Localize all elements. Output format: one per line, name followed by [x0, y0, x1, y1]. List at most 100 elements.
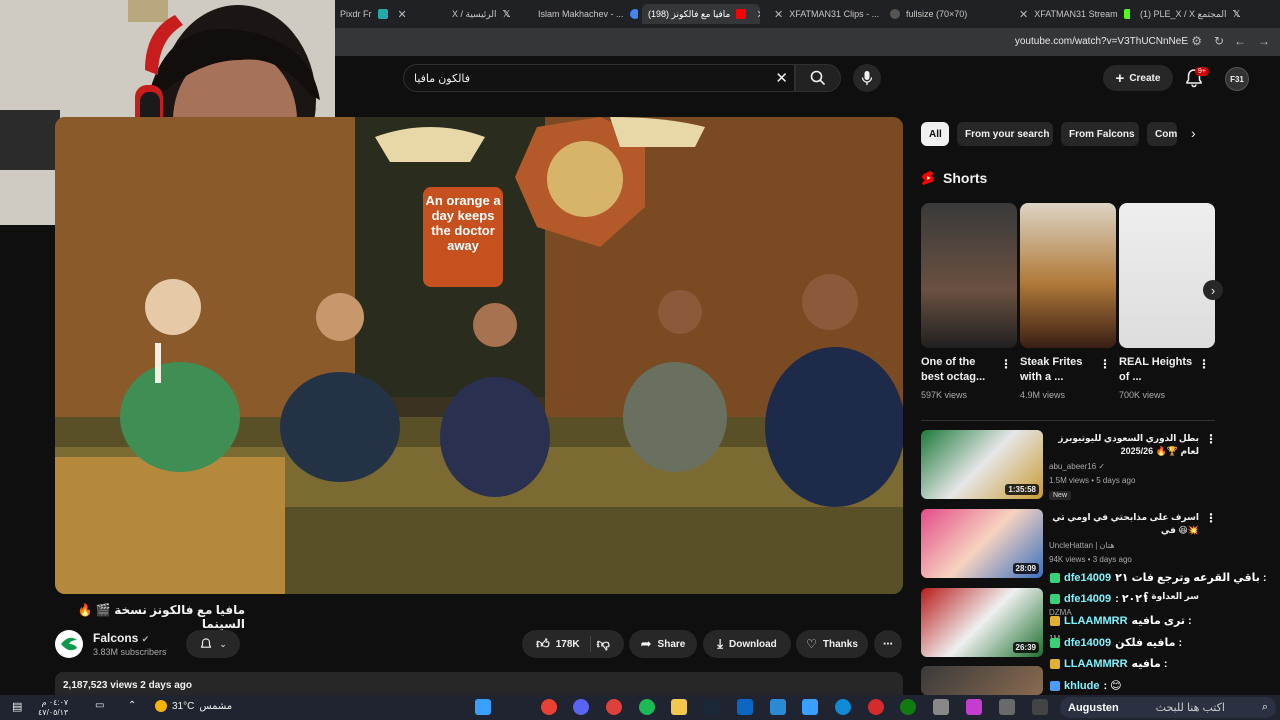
- back-icon[interactable]: ←: [1234, 34, 1246, 48]
- notifications-icon[interactable]: ▤: [12, 700, 22, 713]
- related-thumbnail[interactable]: 1:35:58: [921, 430, 1043, 499]
- more-actions-button[interactable]: ⋯: [874, 630, 902, 658]
- app-icon[interactable]: [475, 699, 491, 715]
- task-view-icon[interactable]: [1032, 699, 1048, 715]
- xbox-icon[interactable]: [900, 699, 916, 715]
- taskbar-clock[interactable]: ٠٤:٠٧ م ٤٧/٠٥/١٣: [38, 698, 68, 718]
- tab-pixdr[interactable]: Pixdr Fr ✕: [340, 4, 410, 24]
- weather-widget[interactable]: 31°C مشمس: [155, 700, 232, 712]
- chip-all[interactable]: All: [921, 122, 949, 146]
- tab-x-home[interactable]: X / الرئيسية 𝕏: [452, 4, 520, 24]
- settings-icon[interactable]: [933, 699, 949, 715]
- chrome-icon[interactable]: [541, 699, 557, 715]
- more-vertical-icon[interactable]: ⋮: [1205, 432, 1217, 446]
- related-title[interactable]: بطل الدوري السعودي لليوتيوبرز لعام 🏆🔥 20…: [1049, 432, 1199, 458]
- chevron-up-icon[interactable]: ⌃: [128, 700, 136, 711]
- app-icon[interactable]: [868, 699, 884, 715]
- like-button[interactable]: 👍︎ 178K: [536, 636, 591, 652]
- outlook-icon[interactable]: [737, 699, 753, 715]
- tab-label: XFATMAN31 Clips - ...: [789, 9, 880, 19]
- discord-icon[interactable]: [573, 699, 589, 715]
- thanks-button[interactable]: ♡ Thanks: [796, 630, 868, 658]
- chips-next-icon[interactable]: ›: [1191, 125, 1196, 141]
- obs-icon[interactable]: [606, 699, 622, 715]
- short-title-1[interactable]: One of the best octag...: [921, 355, 1001, 385]
- close-icon[interactable]: ✕: [756, 8, 760, 21]
- share-button[interactable]: ➦ Share: [629, 630, 697, 658]
- dislike-button[interactable]: 👎︎: [597, 636, 610, 652]
- tab-xfatman-clips[interactable]: ✕ XFATMAN31 Clips - ...: [770, 4, 880, 24]
- app-icon[interactable]: [770, 699, 786, 715]
- temperature: 31°C: [172, 700, 195, 712]
- spotify-icon[interactable]: [639, 699, 655, 715]
- search-button[interactable]: [795, 64, 841, 92]
- short-title-3[interactable]: REAL Heights of ...: [1119, 355, 1199, 385]
- steam-icon[interactable]: [704, 699, 720, 715]
- tab-xfatman-stream[interactable]: ✕ XFATMAN31 Stream: [1015, 4, 1130, 24]
- close-icon[interactable]: ✕: [1019, 8, 1028, 21]
- chat-username: LLAAMMRR: [1064, 657, 1128, 670]
- related-thumbnail[interactable]: [921, 666, 1043, 695]
- tab-label: (1) PLE_X / X المجتمع: [1140, 8, 1227, 19]
- tab-islam[interactable]: Islam Makhachev - ...: [538, 4, 638, 24]
- like-dislike-group: 👍︎ 178K 👎︎: [522, 630, 624, 658]
- tab-fullsize[interactable]: fullsize (70×70): [890, 4, 1005, 24]
- copilot-icon[interactable]: [966, 699, 982, 715]
- file-explorer-icon[interactable]: [671, 699, 687, 715]
- chip-com[interactable]: Com: [1147, 122, 1177, 146]
- voice-search-button[interactable]: [853, 64, 881, 92]
- reload-icon[interactable]: ↻: [1214, 34, 1224, 48]
- channel-name[interactable]: Falcons ✔: [93, 631, 149, 645]
- related-title[interactable]: اسرف على مذابحتي في اومي تي في 😆💥: [1049, 511, 1199, 537]
- notification-badge: 9+: [1195, 67, 1209, 76]
- short-thumbnail-3[interactable]: [1119, 203, 1215, 348]
- tab-youtube-active[interactable]: (198) مافيا مع فالكونز ✕: [642, 4, 760, 24]
- short-thumbnail-2[interactable]: [1020, 203, 1116, 348]
- url-text[interactable]: youtube.com/watch?v=V3ThUCNnNeE: [1015, 36, 1188, 47]
- badge-icon: [1050, 637, 1060, 648]
- create-button[interactable]: + Create: [1103, 65, 1173, 91]
- related-meta: 1.5M views • 5 days ago: [1049, 476, 1136, 485]
- app-icon[interactable]: [802, 699, 818, 715]
- taskbar-search[interactable]: Augusten اكتب هنا للبحث ⌕: [1060, 697, 1276, 718]
- app-icon[interactable]: [999, 699, 1015, 715]
- short-views-1: 597K views: [921, 390, 968, 400]
- more-vertical-icon[interactable]: ⋮: [1198, 357, 1210, 371]
- more-vertical-icon[interactable]: ⋮: [1000, 357, 1012, 371]
- tray-icon[interactable]: ▭: [95, 700, 104, 711]
- search-input[interactable]: فالكون مافيا ✕: [403, 64, 795, 92]
- edge-icon[interactable]: [835, 699, 851, 715]
- video-title: 🔥 🎬 مافيا مع فالكونز نسخة السينما: [77, 603, 245, 631]
- clear-icon[interactable]: ✕: [775, 69, 788, 87]
- forward-icon[interactable]: →: [1258, 34, 1270, 48]
- orange-sign: An orange a day keeps the doctor away: [423, 187, 503, 287]
- chat-text: باقي القرعه وترجع فات ٢١ :: [1115, 572, 1267, 584]
- video-player[interactable]: An orange a day keeps the doctor away: [55, 117, 903, 594]
- badge-icon: [1050, 593, 1060, 604]
- download-button[interactable]: ⤓ Download: [703, 630, 791, 658]
- short-title-2[interactable]: Steak Frites with a ...: [1020, 355, 1100, 385]
- chip-from-your-search[interactable]: From your search: [957, 122, 1053, 146]
- more-vertical-icon[interactable]: ⋮: [1099, 357, 1111, 371]
- short-thumbnail-1[interactable]: [921, 203, 1017, 348]
- subscriber-count: 3.83M subscribers: [93, 647, 167, 657]
- search-icon: [810, 70, 826, 86]
- badge-icon: [1050, 680, 1060, 691]
- shorts-next-icon[interactable]: ›: [1203, 280, 1223, 300]
- related-thumbnail[interactable]: 28:09: [921, 509, 1043, 578]
- related-channel[interactable]: abu_abeer16 ✓: [1049, 460, 1105, 474]
- chat-message: khlude: 😊: [1050, 679, 1122, 692]
- tune-icon[interactable]: ⚙: [1191, 34, 1202, 48]
- related-thumbnail[interactable]: 26:39: [921, 588, 1043, 657]
- close-icon[interactable]: ✕: [774, 8, 783, 21]
- tab-x-community[interactable]: (1) PLE_X / X المجتمع 𝕏: [1140, 4, 1255, 24]
- account-avatar[interactable]: F31: [1225, 67, 1249, 91]
- close-icon[interactable]: ✕: [398, 8, 407, 21]
- subscribed-bell-button[interactable]: ⌄: [186, 630, 240, 658]
- more-vertical-icon[interactable]: ⋮: [1205, 511, 1217, 525]
- chip-from-falcons[interactable]: From Falcons: [1061, 122, 1139, 146]
- thumbs-down-icon: 👎︎: [596, 636, 610, 651]
- related-channel[interactable]: UncleHattan | هتان: [1049, 539, 1115, 553]
- tab-label: X / الرئيسية: [452, 8, 497, 19]
- channel-avatar[interactable]: [55, 630, 83, 658]
